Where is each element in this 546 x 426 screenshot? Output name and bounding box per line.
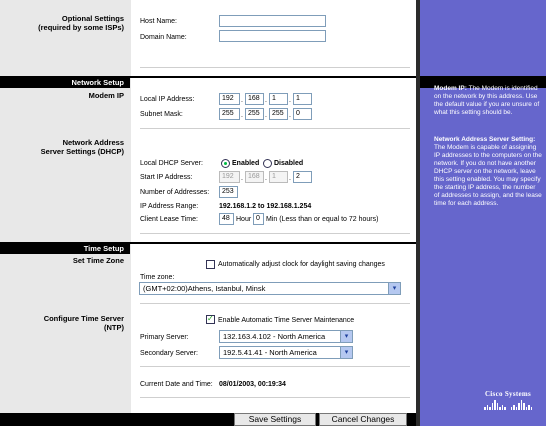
- chevron-down-icon[interactable]: ▾: [340, 331, 352, 342]
- lease-time-label: Client Lease Time:: [140, 216, 198, 223]
- num-addresses-label: Number of Addresses:: [140, 189, 210, 196]
- cancel-changes-button[interactable]: Cancel Changes: [319, 413, 407, 426]
- primary-server-select[interactable]: 132.163.4.102 - North America ▾: [219, 330, 353, 343]
- time-setup-line: [130, 242, 416, 244]
- subnet-octet-4[interactable]: 0: [293, 108, 312, 120]
- subnet-octet-1[interactable]: 255: [219, 108, 240, 120]
- subnet-octet-3[interactable]: 255: [269, 108, 288, 120]
- subnet-mask-label: Subnet Mask:: [140, 111, 183, 118]
- host-name-label: Host Name:: [140, 18, 177, 25]
- network-setup-line: [130, 76, 416, 78]
- current-date-time-label: Current Date and Time:: [140, 381, 213, 388]
- modem-ip-help: Modem IP: The Modem is identified on the…: [434, 85, 542, 117]
- network-setup-label: Network Setup: [71, 78, 124, 87]
- time-zone-label: Time zone:: [140, 274, 175, 281]
- start-ip-octet-1: 192: [219, 171, 240, 183]
- primary-server-value: 132.163.4.102 - North America: [223, 332, 326, 341]
- secondary-server-value: 192.5.41.41 - North America: [223, 348, 317, 357]
- local-ip-octet-4[interactable]: 1: [293, 93, 312, 105]
- save-settings-button[interactable]: Save Settings: [234, 413, 316, 426]
- chevron-down-icon[interactable]: ▾: [340, 347, 352, 358]
- ip-range-label: IP Address Range:: [140, 203, 199, 210]
- nas-help-text: The Modem is capable of assigning IP add…: [434, 144, 542, 207]
- cisco-bridge-icon: [476, 400, 540, 410]
- secondary-server-label: Secondary Server:: [140, 350, 198, 357]
- chevron-down-icon[interactable]: ▾: [388, 283, 400, 294]
- settings-panel: [130, 0, 416, 426]
- time-setup-label: Time Setup: [83, 244, 124, 253]
- local-ip-label: Local IP Address:: [140, 96, 195, 103]
- num-addresses-field[interactable]: 253: [219, 186, 238, 198]
- dhcp-disabled-label: Disabled: [274, 160, 304, 167]
- divider: [140, 366, 410, 367]
- lease-hours-field[interactable]: 48: [219, 213, 234, 225]
- start-ip-label: Start IP Address:: [140, 174, 193, 181]
- divider: [140, 128, 410, 129]
- left-label-panel: [0, 0, 130, 426]
- start-ip-octet-2: 168: [245, 171, 264, 183]
- auto-dst-checkbox[interactable]: [206, 260, 215, 269]
- dhcp-enabled-label: Enabled: [232, 160, 260, 167]
- hour-label: Hour: [236, 216, 252, 223]
- time-zone-value: (GMT+02:00)Athens, Istanbul, Minsk: [143, 284, 266, 293]
- nas-help-title: Network Address Server Setting:: [434, 136, 536, 143]
- divider: [140, 67, 410, 68]
- lease-minutes-field[interactable]: 0: [253, 213, 264, 225]
- configure-time-server-label: Configure Time Server: [43, 314, 124, 323]
- optional-settings-sublabel: (required by some ISPs): [38, 23, 124, 32]
- domain-name-field[interactable]: [219, 30, 326, 42]
- dhcp-disabled-radio[interactable]: [263, 159, 272, 168]
- footer-bar-left: [0, 413, 130, 426]
- subnet-octet-2[interactable]: 255: [245, 108, 264, 120]
- lease-minutes-label: Min (Less than or equal to 72 hours): [266, 216, 379, 223]
- dhcp-server-label: Local DHCP Server:: [140, 160, 203, 167]
- modem-ip-label: Modem IP: [88, 91, 124, 100]
- divider: [140, 233, 410, 234]
- enable-ntp-checkbox[interactable]: [206, 314, 215, 324]
- nas-help: Network Address Server Setting: The Mode…: [434, 136, 542, 208]
- auto-dst-label: Automatically adjust clock for daylight …: [218, 261, 385, 268]
- primary-server-label: Primary Server:: [140, 334, 189, 341]
- enable-ntp-label: Enable Automatic Time Server Maintenance: [218, 317, 355, 324]
- local-ip-octet-2[interactable]: 168: [245, 93, 264, 105]
- time-zone-select[interactable]: (GMT+02:00)Athens, Istanbul, Minsk ▾: [139, 282, 401, 295]
- network-address-label: Network Address: [62, 138, 124, 147]
- local-ip-octet-1[interactable]: 192: [219, 93, 240, 105]
- start-ip-octet-3: 1: [269, 171, 288, 183]
- secondary-server-select[interactable]: 192.5.41.41 - North America ▾: [219, 346, 353, 359]
- ip-range-value: 192.168.1.2 to 192.168.1.254: [219, 203, 312, 210]
- domain-name-label: Domain Name:: [140, 34, 187, 41]
- divider: [140, 397, 410, 398]
- server-settings-label: Server Settings (DHCP): [40, 147, 124, 156]
- cisco-logo-text: Cisco Systems: [484, 390, 532, 398]
- start-ip-octet-4[interactable]: 2: [293, 171, 312, 183]
- set-time-zone-label: Set Time Zone: [72, 256, 124, 265]
- divider: [140, 303, 410, 304]
- ntp-label: (NTP): [104, 323, 124, 332]
- local-ip-octet-3[interactable]: 1: [269, 93, 288, 105]
- modem-ip-help-title: Modem IP:: [434, 85, 467, 92]
- help-panel: [416, 0, 546, 426]
- optional-settings-label: Optional Settings: [61, 14, 124, 23]
- current-date-time-value: 08/01/2003, 00:19:34: [219, 381, 286, 388]
- dhcp-enabled-radio[interactable]: [221, 159, 230, 168]
- cisco-logo: Cisco Systems: [476, 390, 540, 420]
- host-name-field[interactable]: [219, 15, 326, 27]
